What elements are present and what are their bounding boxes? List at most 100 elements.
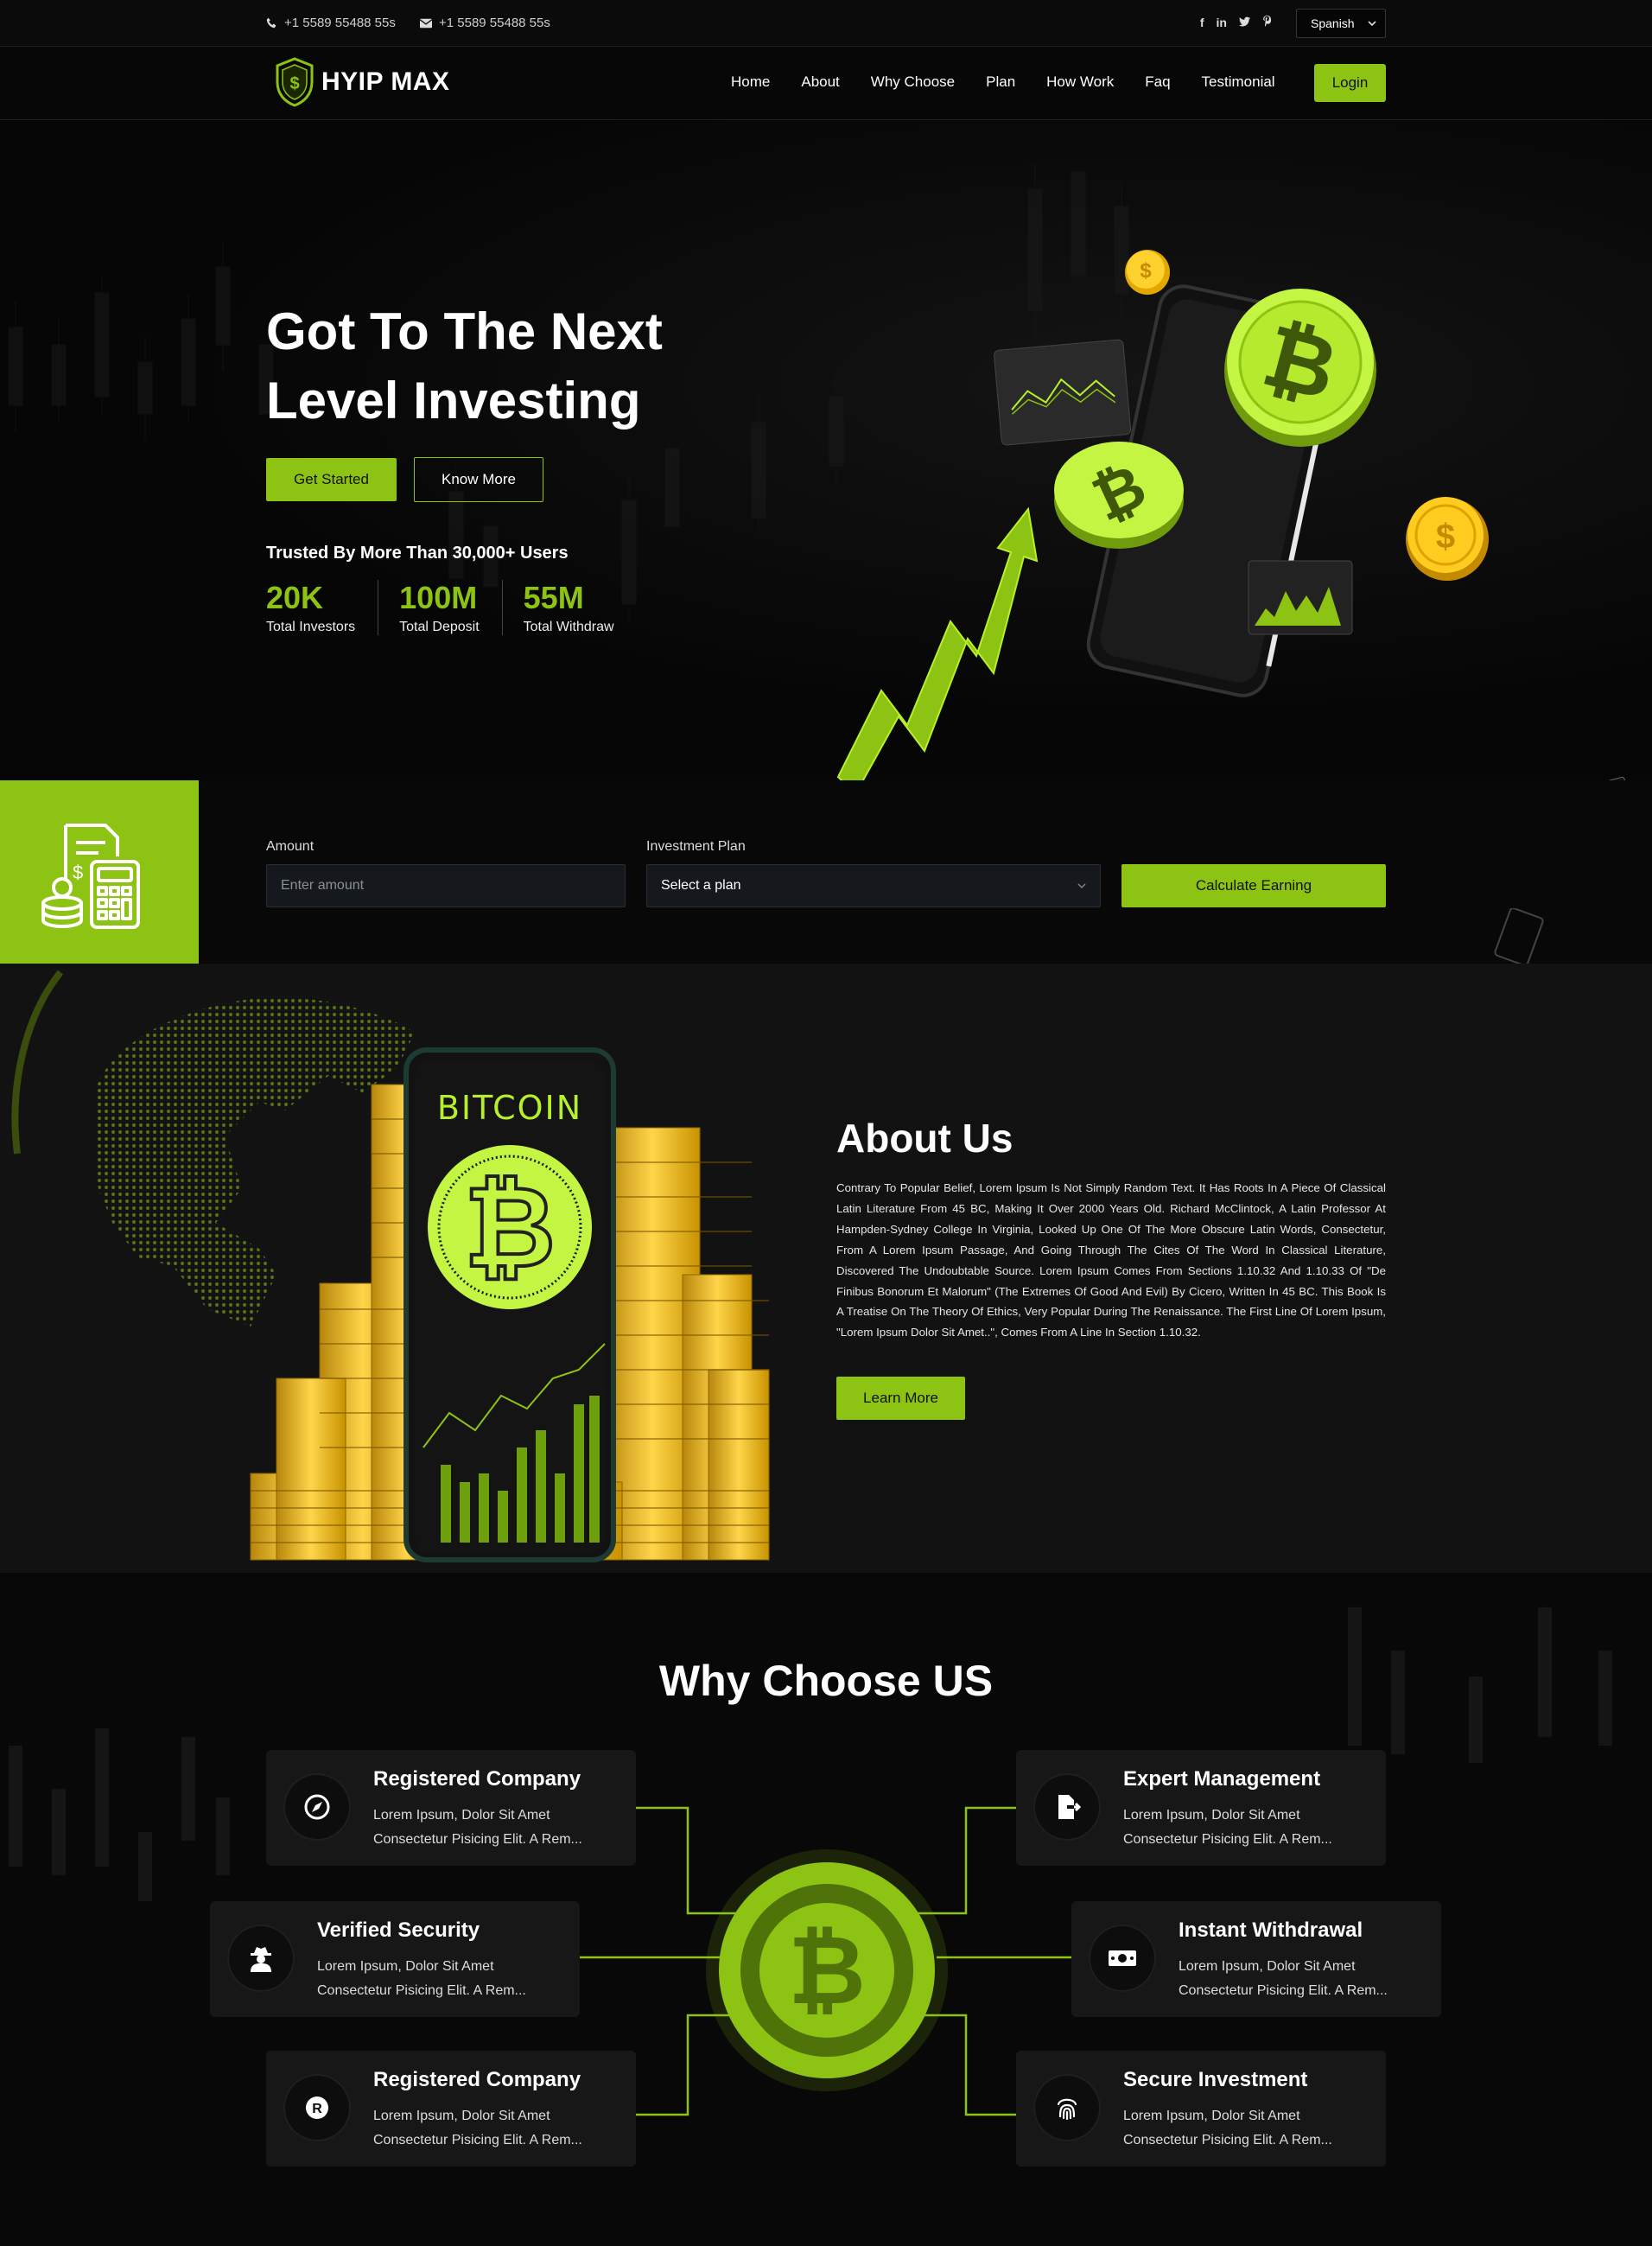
feature-desc-line-2: Consectetur Pisicing Elit. A Rem... — [1123, 1832, 1332, 1847]
svg-text:$: $ — [1140, 259, 1152, 283]
registered-icon: R — [283, 2074, 351, 2141]
language-select[interactable]: Spanish — [1296, 9, 1386, 38]
bitcoin-phone-illustration: BITCOIN ₿ — [11, 970, 770, 1562]
feature-desc-line-1: Lorem Ipsum, Dolor Sit Amet — [373, 2109, 550, 2123]
social-links: f in — [1200, 16, 1272, 29]
feature-title: Instant Withdrawal — [1179, 1918, 1363, 1942]
about-section: BITCOIN ₿ About Us Contrary To Popular B… — [0, 964, 1652, 1573]
stat-label: Total Withdraw — [523, 620, 614, 634]
nav-item-about[interactable]: About — [801, 73, 839, 91]
know-more-button[interactable]: Know More — [414, 457, 543, 502]
feature-desc-line-2: Consectetur Pisicing Elit. A Rem... — [373, 1832, 582, 1847]
nav-menu: Home About Why Choose Plan How Work Faq … — [731, 73, 1275, 91]
stat-value: 55M — [523, 580, 584, 615]
amount-input[interactable]: Enter amount — [266, 864, 626, 907]
about-title: About Us — [836, 1116, 1013, 1161]
nav-item-plan[interactable]: Plan — [986, 73, 1015, 91]
trusted-text: Trusted By More Than 30,000+ Users — [266, 544, 569, 563]
svg-text:BITCOIN: BITCOIN — [437, 1089, 582, 1127]
feature-title: Verified Security — [317, 1918, 480, 1942]
envelope-icon — [420, 18, 432, 28]
cash-stack-icon — [1573, 776, 1630, 780]
nav-item-faq[interactable]: Faq — [1145, 73, 1170, 91]
brand-logo[interactable]: $ HYIP MAX — [273, 56, 449, 108]
svg-text:$: $ — [289, 74, 299, 93]
main-nav: $ HYIP MAX Home About Why Choose Plan Ho… — [0, 48, 1652, 120]
svg-text:₿: ₿ — [788, 1918, 866, 2024]
facebook-icon[interactable]: f — [1200, 16, 1204, 29]
investment-plan-label: Investment Plan — [646, 839, 746, 854]
stat-withdraw: 55M Total Withdraw — [524, 580, 637, 635]
learn-more-button[interactable]: Learn More — [836, 1377, 965, 1420]
svg-text:$: $ — [1436, 518, 1455, 556]
language-value: Spanish — [1311, 16, 1355, 30]
hero-phone-illustration: ₿ ₿ $ $ — [836, 250, 1489, 780]
file-export-icon — [1033, 1773, 1101, 1841]
pinterest-icon[interactable] — [1262, 16, 1272, 29]
feature-card-instant-withdrawal[interactable]: Instant Withdrawal Lorem Ipsum, Dolor Si… — [1071, 1901, 1441, 2017]
top-bar: +1 5589 55488 55s +1 5589 55488 55s f in… — [0, 0, 1652, 47]
plan-selected-value: Select a plan — [661, 878, 741, 893]
phone-2-text: +1 5589 55488 55s — [439, 16, 550, 30]
feature-desc-line-1: Lorem Ipsum, Dolor Sit Amet — [1123, 1808, 1300, 1823]
svg-text:R: R — [312, 2102, 322, 2116]
feature-card-registered-company-2[interactable]: R Registered Company Lorem Ipsum, Dolor … — [266, 2051, 636, 2166]
fingerprint-icon — [1033, 2074, 1101, 2141]
svg-text:₿: ₿ — [464, 1164, 556, 1290]
calculator-outline-icon — [1494, 908, 1544, 964]
linkedin-icon[interactable]: in — [1217, 16, 1227, 29]
shield-dollar-icon: $ — [276, 57, 314, 107]
why-choose-title: Why Choose US — [658, 1657, 994, 1705]
feature-card-verified-security[interactable]: Verified Security Lorem Ipsum, Dolor Sit… — [210, 1901, 580, 2017]
login-button[interactable]: Login — [1314, 64, 1386, 102]
feature-desc-line-2: Consectetur Pisicing Elit. A Rem... — [373, 2133, 582, 2147]
feature-title: Expert Management — [1123, 1767, 1321, 1791]
phone-contact-1[interactable]: +1 5589 55488 55s — [266, 16, 396, 30]
feature-card-registered-company[interactable]: Registered Company Lorem Ipsum, Dolor Si… — [266, 1750, 636, 1866]
feature-title: Registered Company — [373, 2068, 581, 2091]
stat-label: Total Deposit — [399, 620, 480, 634]
get-started-button[interactable]: Get Started — [266, 458, 397, 501]
svg-text:$: $ — [73, 862, 83, 883]
feature-title: Registered Company — [373, 1767, 581, 1791]
hero-title-line-2: Level Investing — [266, 372, 641, 429]
stat-value: 20K — [266, 580, 324, 615]
feature-title: Secure Investment — [1123, 2068, 1308, 2091]
feature-desc-line-1: Lorem Ipsum, Dolor Sit Amet — [1123, 2109, 1300, 2123]
feature-card-expert-management[interactable]: Expert Management Lorem Ipsum, Dolor Sit… — [1016, 1750, 1386, 1866]
feature-desc-line-1: Lorem Ipsum, Dolor Sit Amet — [1179, 1959, 1356, 1974]
earning-calculator: $ Amount Enter amount Investment Plan Se… — [0, 780, 1652, 964]
hero-title-line-1: Got To The Next — [266, 302, 663, 360]
feature-card-secure-investment[interactable]: Secure Investment Lorem Ipsum, Dolor Sit… — [1016, 2051, 1386, 2166]
nav-item-how-work[interactable]: How Work — [1046, 73, 1114, 91]
calculator-panel: $ — [0, 780, 199, 964]
calculator-icon: $ — [41, 824, 140, 929]
user-secret-icon — [227, 1925, 295, 1992]
feature-desc-line-2: Consectetur Pisicing Elit. A Rem... — [317, 1983, 526, 1998]
phone-contact-2[interactable]: +1 5589 55488 55s — [420, 16, 550, 30]
hero-title: Got To The Next Level Investing — [266, 297, 785, 436]
stat-deposit: 100M Total Deposit — [399, 580, 503, 635]
compass-icon — [283, 1773, 351, 1841]
calculate-earning-button[interactable]: Calculate Earning — [1121, 864, 1386, 907]
nav-item-why-choose[interactable]: Why Choose — [871, 73, 955, 91]
page: +1 5589 55488 55s +1 5589 55488 55s f in… — [0, 0, 1652, 2246]
phone-screen-label: BITCOIN — [437, 1089, 582, 1127]
feature-desc-line-1: Lorem Ipsum, Dolor Sit Amet — [373, 1808, 550, 1823]
twitter-icon[interactable] — [1239, 16, 1250, 29]
about-body: Contrary To Popular Belief, Lorem Ipsum … — [836, 1181, 1386, 1339]
nav-item-home[interactable]: Home — [731, 73, 770, 91]
investment-plan-select[interactable]: Select a plan — [646, 864, 1101, 907]
chevron-down-icon — [1077, 883, 1086, 888]
feature-desc-line-2: Consectetur Pisicing Elit. A Rem... — [1123, 2133, 1332, 2147]
brand-name: HYIP MAX — [321, 67, 450, 96]
stat-investors: 20K Total Investors — [266, 580, 379, 635]
phone-icon — [266, 17, 276, 29]
amount-label: Amount — [266, 839, 315, 854]
why-choose-section: ₿ Why Choose US Registered Company Lorem… — [0, 1573, 1652, 2246]
hero-section: Got To The Next Level Investing Get Star… — [0, 120, 1652, 780]
chevron-down-icon — [1368, 20, 1376, 26]
feature-desc-line-1: Lorem Ipsum, Dolor Sit Amet — [317, 1959, 494, 1974]
nav-item-testimonial[interactable]: Testimonial — [1202, 73, 1275, 91]
feature-desc-line-2: Consectetur Pisicing Elit. A Rem... — [1179, 1983, 1388, 1998]
